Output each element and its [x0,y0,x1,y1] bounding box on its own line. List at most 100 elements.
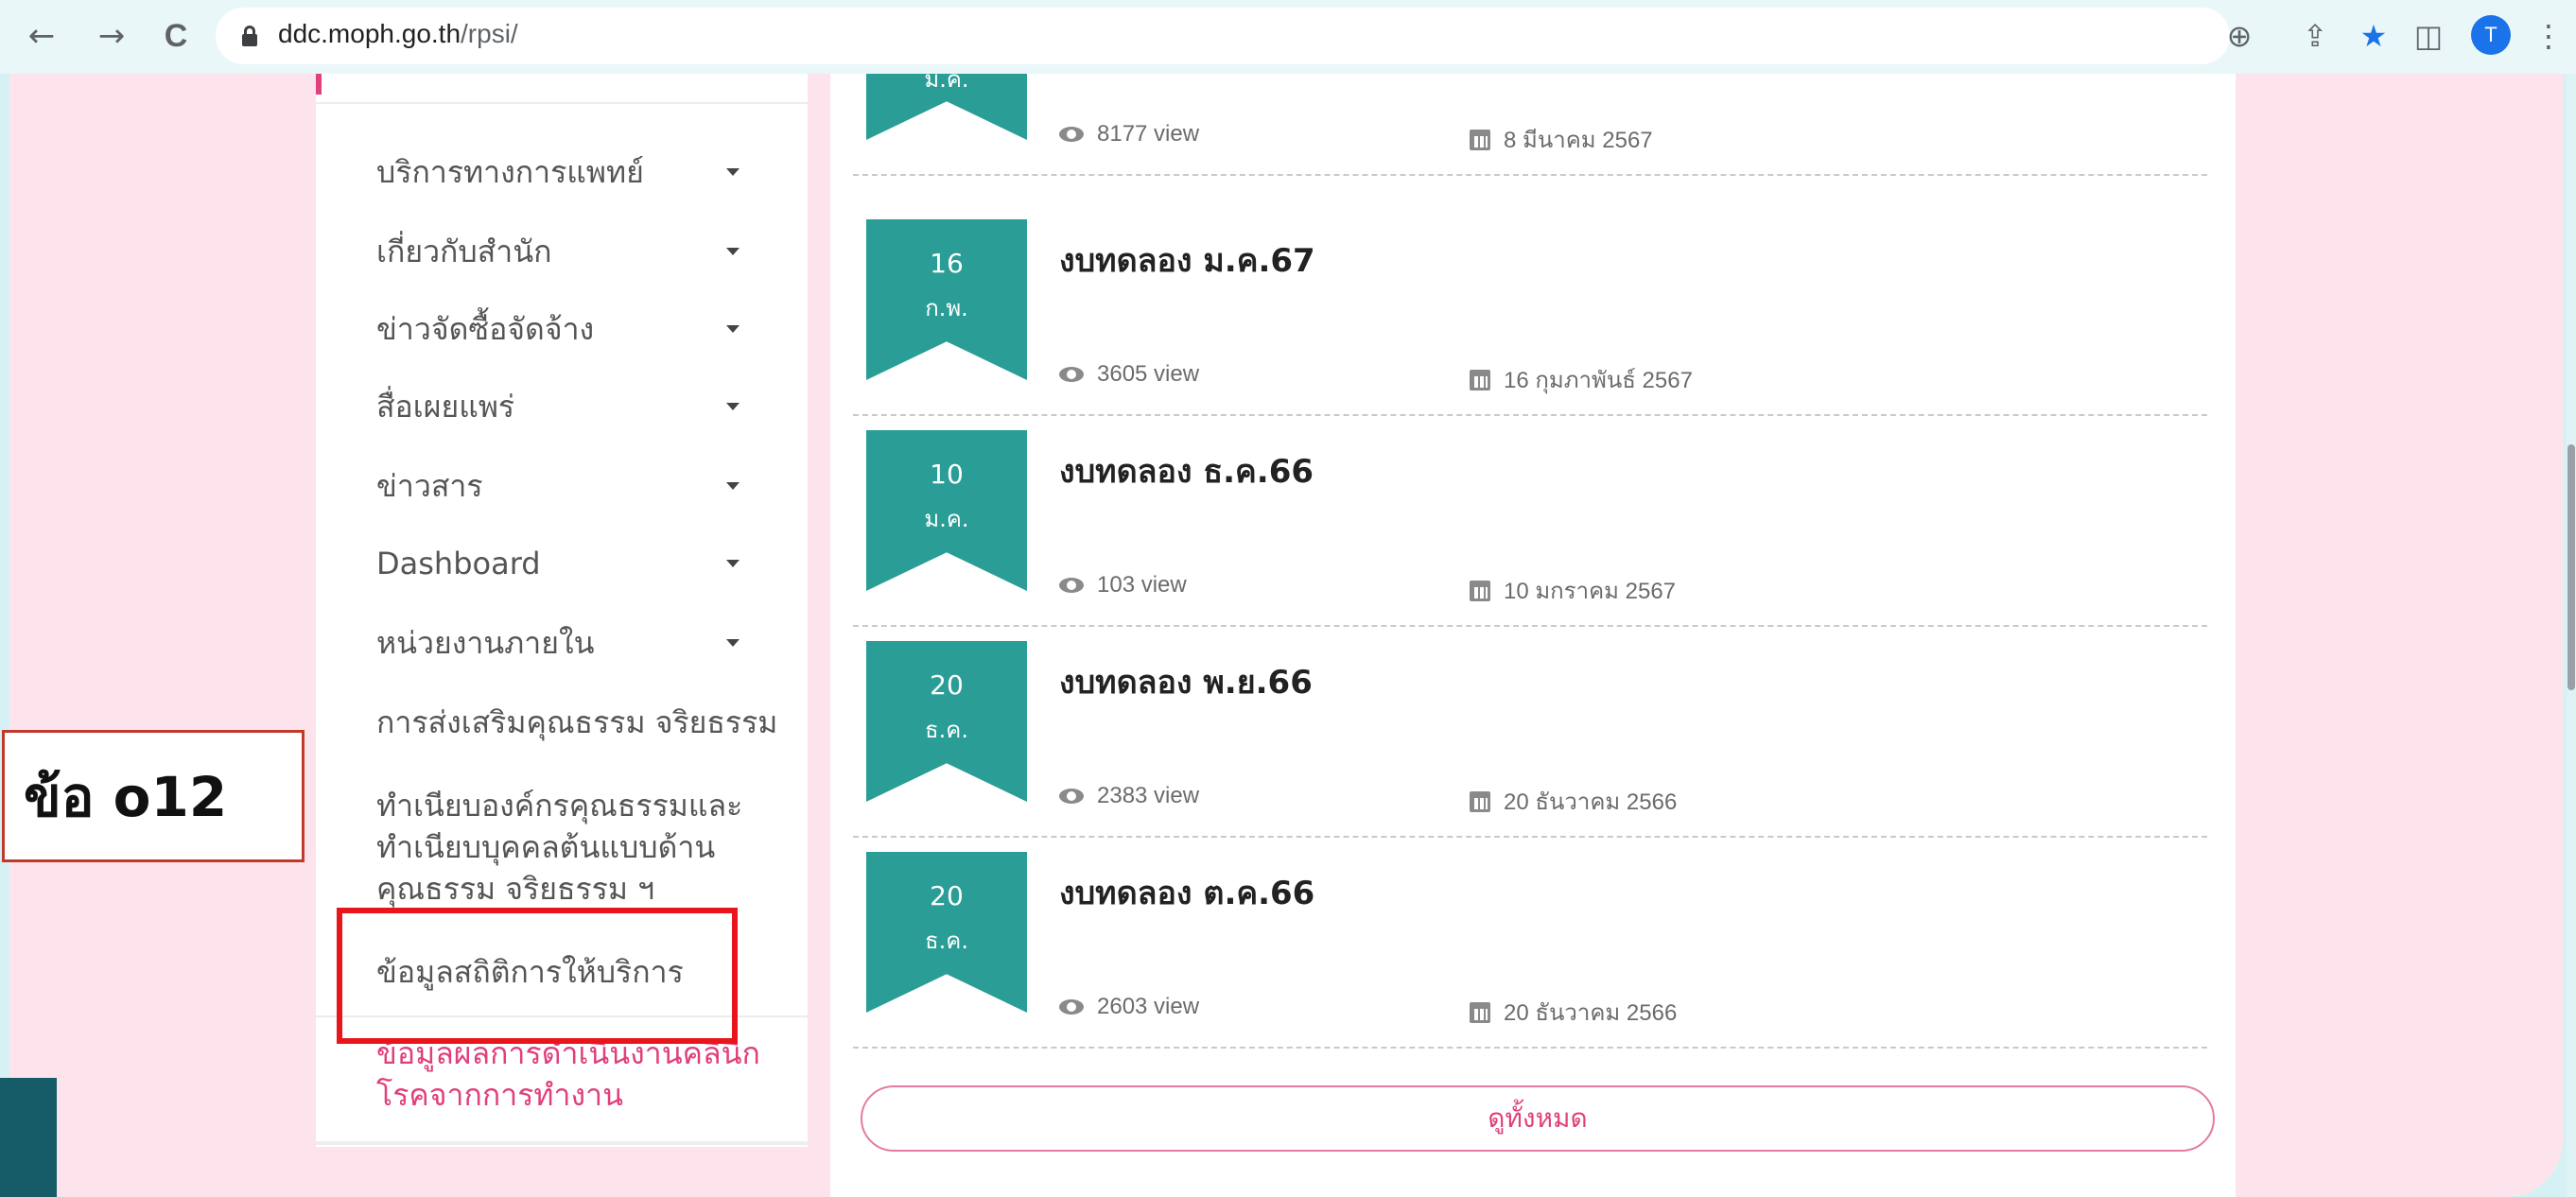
annotation-label: ข้อ o12 [2,730,305,862]
news-title-link[interactable]: งบทดลอง ธ.ค.66 [1059,445,1314,496]
highlight-box [337,908,738,1044]
calendar-icon [1470,790,1490,812]
view-all-button[interactable]: ดูทั้งหมด [861,1085,2215,1152]
divider [316,102,808,104]
ribbon-month: ธ.ค. [925,717,968,743]
calendar-icon [1470,1001,1490,1023]
sidebar-item-ethics-directory[interactable]: ทำเนียบองค์กรคุณธรรมและ ทำเนียบบุคคลต้นแ… [376,785,774,910]
share-icon[interactable]: ⇪ [2296,13,2334,59]
sidebar-item-label: หน่วยงานภายใน [376,625,595,661]
back-icon[interactable]: ← [23,17,61,55]
sidebar-item-label-line: ทำเนียบองค์กรคุณธรรมและ [376,788,743,824]
url-text[interactable]: ddc.moph.go.th/rpsi/ [278,19,518,49]
menu-icon[interactable]: ⋮ [2533,13,2564,59]
post-date: 8 มีนาคม 2567 [1470,121,1653,158]
eye-icon [1059,367,1084,382]
sidebar-item-clinic-results[interactable]: ข้อมูลผลการดำเนินงานคลินิก โรคจากการทำงา… [376,1032,774,1116]
calendar-icon [1470,129,1490,150]
caret-down-icon[interactable] [726,639,740,647]
calendar-icon [1470,369,1490,390]
post-date-text: 8 มีนาคม 2567 [1504,128,1653,153]
ribbon-day: 16 [930,248,964,279]
sidebar-item-ethics-promotion[interactable]: การส่งเสริมคุณธรรม จริยธรรม [376,702,802,743]
news-item[interactable]: 10 ม.ค. งบทดลอง ธ.ค.66 103 view 10 มกราค… [830,430,2236,641]
caret-down-icon[interactable] [726,560,740,567]
view-count: 2603 view [1059,994,1199,1020]
view-count-text: 2603 view [1097,994,1200,1019]
reload-icon[interactable]: C [157,17,195,55]
news-item[interactable]: 20 ธ.ค. งบทดลอง ต.ค.66 2603 view 20 ธันว… [830,852,2236,1063]
divider [853,625,2207,627]
sidebar-item-label-line: ทำเนียบบุคคลต้นแบบด้าน [376,829,716,865]
date-ribbon: 16 ก.พ. [866,219,1027,380]
view-count: 2383 view [1059,783,1199,809]
caret-down-icon[interactable] [726,482,740,490]
sidebar-item-internal-units[interactable]: หน่วยงานภายใน [376,622,774,664]
ribbon-month: ธ.ค. [925,928,968,954]
news-title-link[interactable]: งบทดลอง พ.ย.66 [1059,656,1313,707]
divider [853,836,2207,838]
view-count-text: 8177 view [1097,121,1200,147]
eye-icon [1059,999,1084,1015]
sidebar-item-news[interactable]: ข่าวสาร [376,465,774,507]
post-date: 16 กุมภาพันธ์ 2567 [1470,361,1693,398]
sidebar-accent [316,74,322,95]
lock-icon[interactable] [242,26,257,46]
sidebar-item-medical-services[interactable]: บริการทางการแพทย์ [376,151,774,193]
caret-down-icon[interactable] [726,403,740,410]
sidebar-item-dashboard[interactable]: Dashboard [376,543,774,584]
sidebar-item-procurement[interactable]: ข่าวจัดซื้อจัดจ้าง [376,308,774,350]
divider [853,414,2207,416]
caret-down-icon[interactable] [726,325,740,333]
zoom-icon[interactable]: ⊕ [2220,13,2258,59]
sidebar-item-label-line: โรคจากการทำงาน [376,1077,623,1113]
side-panel-icon[interactable]: ◫ [2410,13,2447,59]
eye-icon [1059,789,1084,804]
sidebar-item-publications[interactable]: สื่อเผยแพร่ [376,386,774,427]
post-date: 20 ธันวาคม 2566 [1470,994,1677,1031]
sidebar-item-label: บริการทางการแพทย์ [376,154,644,190]
browser-toolbar: ← → C ddc.moph.go.th/rpsi/ ⊕ ⇪ ★ ◫ T ⋮ [0,0,2576,74]
divider [316,1141,808,1145]
sidebar-item-label: การส่งเสริมคุณธรรม จริยธรรม [376,704,778,740]
sidebar-item-label: เกี่ยวกับสำนัก [376,234,552,269]
caret-down-icon[interactable] [726,248,740,255]
bookmark-star-icon[interactable]: ★ [2355,13,2393,59]
ribbon-month: ก.พ. [925,295,968,321]
address-bar[interactable]: ddc.moph.go.th/rpsi/ ⊕ ⇪ ★ [216,8,2387,64]
view-count: 8177 view [1059,121,1199,147]
profile-avatar[interactable]: T [2471,15,2511,55]
news-item[interactable]: 16 ก.พ. งบทดลอง ม.ค.67 3605 view 16 กุมภ… [830,219,2236,430]
sidebar-item-label: ข่าวสาร [376,468,483,504]
news-title-link[interactable]: งบทดลอง ม.ค.67 [1059,234,1315,286]
date-ribbon: 10 ม.ค. [866,430,1027,591]
date-ribbon: 20 ธ.ค. [866,641,1027,802]
eye-icon [1059,578,1084,593]
ribbon-day: 10 [930,459,964,490]
caret-down-icon[interactable] [726,168,740,176]
post-date-text: 10 มกราคม 2567 [1504,579,1677,604]
news-title-link[interactable]: งบทดลอง ต.ค.66 [1059,867,1314,918]
eye-icon [1059,127,1084,142]
sidebar-item-label: ข่าวจัดซื้อจัดจ้าง [376,311,595,347]
sidebar-item-about[interactable]: เกี่ยวกับสำนัก [376,231,774,272]
url-host: ddc.moph.go.th [278,19,461,48]
sidebar-item-label: สื่อเผยแพร่ [376,389,515,425]
divider [853,174,2207,176]
view-count-text: 3605 view [1097,361,1200,387]
date-ribbon: มี.ค. [866,74,1027,140]
scrollbar-thumb[interactable] [2567,444,2575,690]
news-item[interactable]: 20 ธ.ค. งบทดลอง พ.ย.66 2383 view 20 ธันว… [830,641,2236,852]
post-date: 20 ธันวาคม 2566 [1470,783,1677,820]
view-count: 3605 view [1059,361,1199,388]
forward-icon[interactable]: → [93,17,131,55]
calendar-icon [1470,580,1490,601]
ribbon-day: 20 [930,669,964,701]
ribbon-month: ม.ค. [924,506,969,532]
news-item[interactable]: มี.ค. 8177 view 8 มีนาคม 2567 [830,74,2236,190]
post-date: 10 มกราคม 2567 [1470,572,1676,609]
sidebar-item-label: Dashboard [376,546,541,581]
url-path: /rpsi/ [461,19,518,48]
view-count: 103 view [1059,572,1187,598]
ribbon-month: มี.ค. [924,74,969,93]
